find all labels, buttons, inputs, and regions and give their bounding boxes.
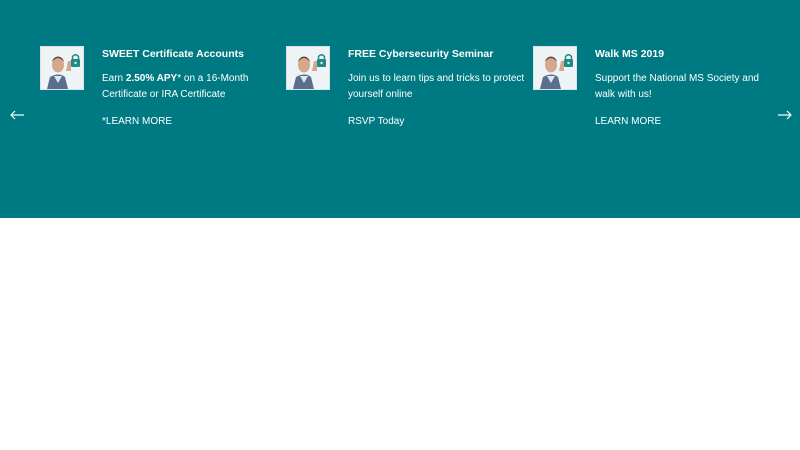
carousel-prev-button[interactable] xyxy=(8,106,26,124)
card-thumbnail xyxy=(286,46,330,90)
card-rate-highlight: 2.50% APY xyxy=(125,73,178,84)
card-title: Walk MS 2019 xyxy=(595,48,665,60)
person-lock-photo-icon xyxy=(534,47,576,89)
card-title: FREE Cybersecurity Seminar xyxy=(348,48,494,60)
arrow-left-icon xyxy=(10,110,24,120)
page-content-area xyxy=(0,218,800,450)
arrow-right-icon xyxy=(778,110,792,120)
learn-more-link[interactable]: *LEARN MORE xyxy=(102,115,172,129)
learn-more-link[interactable]: LEARN MORE xyxy=(595,115,661,129)
card-description-part: Earn xyxy=(102,73,126,84)
person-lock-photo-icon xyxy=(287,47,329,89)
card-description: Join us to learn tips and tricks to prot… xyxy=(348,73,525,100)
card-title: SWEET Certificate Accounts xyxy=(102,48,244,60)
card-thumbnail xyxy=(40,46,84,90)
card-description: Earn 2.50% APY* on a 16-Month Certificat… xyxy=(102,71,282,102)
person-lock-photo-icon xyxy=(41,47,83,89)
card-thumbnail xyxy=(533,46,577,90)
card-description: Support the National MS Society and walk… xyxy=(595,73,759,100)
rsvp-link[interactable]: RSVP Today xyxy=(348,115,404,129)
promo-carousel: SWEET Certificate Accounts Earn 2.50% AP… xyxy=(0,0,800,218)
carousel-next-button[interactable] xyxy=(776,106,794,124)
